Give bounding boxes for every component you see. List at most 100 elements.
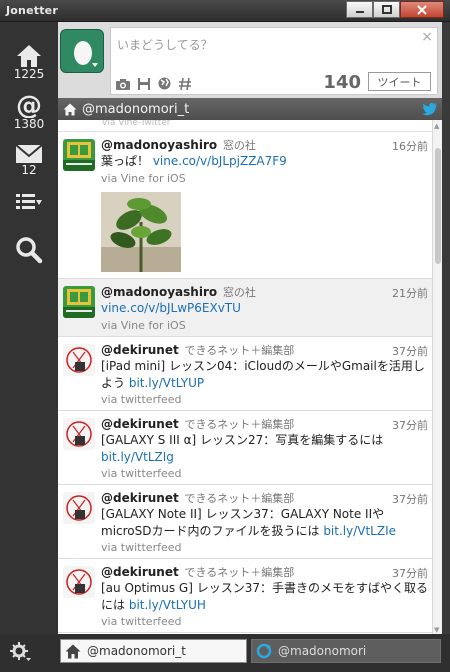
egg-icon xyxy=(74,41,98,67)
tweet-item[interactable]: @dekirunet できるネット＋編集部 37分前 [au Optimus G… xyxy=(58,559,432,633)
tweet-placeholder: いまどうしてる？ xyxy=(117,38,213,52)
gear-icon xyxy=(10,642,31,661)
home-icon xyxy=(17,45,41,67)
tweet-username[interactable]: @madonoyashiro xyxy=(101,285,217,299)
close-button[interactable] xyxy=(400,1,444,18)
home-icon xyxy=(65,644,81,659)
search-icon xyxy=(16,237,43,264)
tweet-link[interactable]: bit.ly/VtLYUH xyxy=(129,598,206,612)
tweet-time[interactable]: 16分前 xyxy=(392,138,428,154)
settings-button[interactable] xyxy=(10,642,32,665)
globe-icon[interactable] xyxy=(157,76,172,91)
tweet-via: via twitterfeed xyxy=(101,393,182,406)
at-icon: @ xyxy=(16,92,42,118)
hash-icon[interactable] xyxy=(178,77,192,91)
tweet-display-name: できるネット＋編集部 xyxy=(184,566,295,579)
tweet-header: @dekirunet できるネット＋編集部 xyxy=(101,416,294,432)
tweet-time[interactable]: 21分前 xyxy=(392,285,428,301)
compose-area: いまどうしてる？ × 140 ツイート xyxy=(58,22,442,98)
tweet-username[interactable]: @dekirunet xyxy=(101,565,179,579)
media-thumbnail[interactable] xyxy=(101,192,181,272)
tweet-avatar[interactable] xyxy=(63,566,95,598)
window-border xyxy=(442,22,450,634)
tweet-header: @madonoyashiro 窓の社 xyxy=(101,137,256,153)
user-avatar[interactable] xyxy=(60,29,104,73)
sidebar-item-messages[interactable]: 12 xyxy=(0,144,58,177)
tweet-item[interactable]: @dekirunet できるネット＋編集部 37分前 [iPad mini] レ… xyxy=(58,337,432,411)
sidebar-item-search[interactable] xyxy=(0,236,58,264)
tweet-display-name: できるネット＋編集部 xyxy=(184,344,295,357)
tweet-header: @dekirunet できるネット＋編集部 xyxy=(101,342,294,358)
column-title: @madonomori_t xyxy=(82,101,190,117)
tweet-link[interactable]: bit.ly/VtLZIg xyxy=(101,450,174,464)
account-tab-madonomori[interactable]: @madonomori xyxy=(251,639,441,663)
tweet-link[interactable]: vine.co/v/bJLpjZZA7F9 xyxy=(153,154,287,168)
home-icon xyxy=(63,103,77,115)
svg-text:@: @ xyxy=(16,92,42,118)
minimize-button[interactable] xyxy=(346,1,373,18)
tweet-avatar[interactable] xyxy=(63,344,95,376)
save-icon[interactable] xyxy=(137,77,151,91)
timeline[interactable]: via Vine-Twitter @madonoyashiro 窓の社 16分前… xyxy=(58,120,432,636)
tweet-username[interactable]: @dekirunet xyxy=(101,417,179,431)
tweet-header: @dekirunet できるネット＋編集部 xyxy=(101,490,294,506)
scrollbar-thumb[interactable] xyxy=(435,148,441,264)
tweet-button[interactable]: ツイート xyxy=(368,72,431,91)
tweet-avatar[interactable] xyxy=(63,139,95,171)
account-tab-madonomori-t[interactable]: @madonomori_t xyxy=(60,639,247,663)
maximize-button[interactable] xyxy=(373,1,400,18)
tweet-time[interactable]: 37分前 xyxy=(392,343,428,359)
madonoyashiro-logo-icon xyxy=(63,139,95,171)
clear-icon[interactable]: × xyxy=(421,29,433,45)
tweet-link[interactable]: bit.ly/VtLZIe xyxy=(323,524,396,538)
tweet-avatar[interactable] xyxy=(63,418,95,450)
title-bar: Jonetter xyxy=(0,0,450,22)
mentions-count: 1380 xyxy=(13,117,45,131)
column-header: @madonomori_t xyxy=(58,98,442,120)
tweet-display-name: 窓の社 xyxy=(222,139,256,152)
partial-tweet: via Vine-Twitter xyxy=(58,120,432,132)
account-tab-label: @madonomori_t xyxy=(87,644,186,658)
tweet-via: via twitterfeed xyxy=(101,467,182,480)
tweet-link[interactable]: bit.ly/VtLYUP xyxy=(129,376,204,390)
dekirunet-avatar-icon xyxy=(63,418,95,450)
tweet-time[interactable]: 37分前 xyxy=(392,565,428,581)
dekirunet-avatar-icon xyxy=(63,344,95,376)
scroll-up-icon[interactable]: ▲ xyxy=(434,122,439,130)
timeline-scrollbar[interactable]: ▲ ▼ xyxy=(432,120,442,636)
sidebar-item-home[interactable]: 1225 xyxy=(0,44,58,81)
home-count: 1225 xyxy=(13,67,45,81)
tweet-item[interactable]: @dekirunet できるネット＋編集部 37分前 [GALAXY Note … xyxy=(58,485,432,559)
tweet-input[interactable]: いまどうしてる？ × 140 ツイート xyxy=(110,27,438,95)
tweet-link[interactable]: vine.co/v/bJLwP6EXvTU xyxy=(101,301,241,315)
bottom-bar: @madonomori_t @madonomori xyxy=(0,634,450,672)
window-controls xyxy=(346,1,444,18)
tweet-via: via Vine for iOS xyxy=(101,172,186,185)
tweet-avatar[interactable] xyxy=(63,492,95,524)
tweet-display-name: できるネット＋編集部 xyxy=(184,492,295,505)
tweet-item[interactable]: @dekirunet できるネット＋編集部 37分前 [GALAXY S III… xyxy=(58,411,432,485)
compose-toolbar xyxy=(115,76,192,91)
tweet-display-name: できるネット＋編集部 xyxy=(184,418,295,431)
tweet-username[interactable]: @dekirunet xyxy=(101,491,179,505)
tweet-via: via twitterfeed xyxy=(101,615,182,628)
scroll-down-icon[interactable]: ▼ xyxy=(434,626,439,634)
tweet-username[interactable]: @dekirunet xyxy=(101,343,179,357)
account-tab-label: @madonomori xyxy=(278,644,367,658)
envelope-icon xyxy=(15,144,43,163)
tweet-time[interactable]: 37分前 xyxy=(392,491,428,507)
camera-icon[interactable] xyxy=(115,77,131,91)
tweet-avatar[interactable] xyxy=(63,286,95,318)
dekirunet-avatar-icon xyxy=(63,566,95,598)
list-icon xyxy=(16,194,42,209)
tweet-text: [iPad mini] レッスン04：iCloudのメールやGmailを活用しよ… xyxy=(101,358,431,392)
tweet-text: 葉っぱ！ vine.co/v/bJLpjZZA7F9 xyxy=(101,153,431,170)
tweet-username[interactable]: @madonoyashiro xyxy=(101,138,217,152)
tweet-item[interactable]: @madonoyashiro 窓の社 21分前 vine.co/v/bJLwP6… xyxy=(58,279,432,337)
tweet-time[interactable]: 37分前 xyxy=(392,417,428,433)
sidebar-item-lists[interactable] xyxy=(0,192,58,212)
tweet-header: @madonoyashiro 窓の社 xyxy=(101,284,256,300)
tweet-text: [au Optimus G] レッスン37：手書きのメモをすばやく取るには bi… xyxy=(101,580,431,614)
tweet-item[interactable]: @madonoyashiro 窓の社 16分前 葉っぱ！ vine.co/v/b… xyxy=(58,132,432,279)
sidebar-item-mentions[interactable]: @ 1380 xyxy=(0,92,58,131)
